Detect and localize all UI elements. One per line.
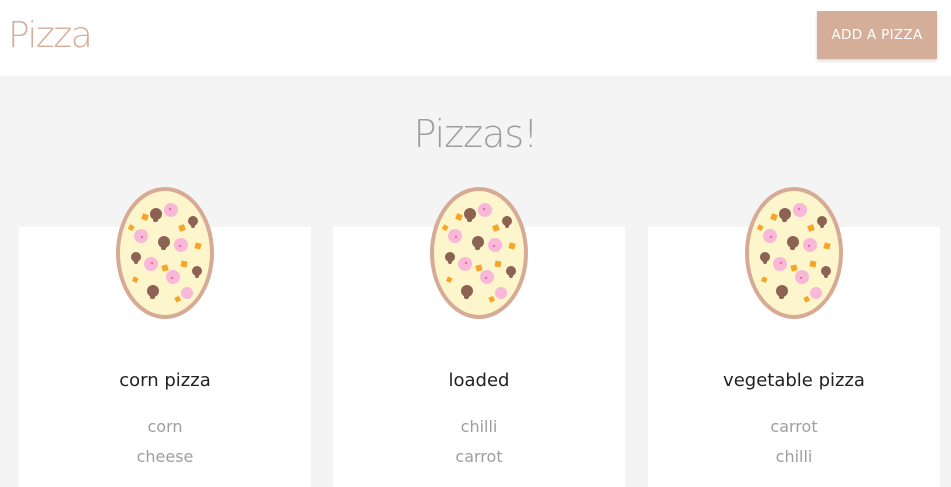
pizza-icon xyxy=(430,187,528,319)
pizza-ingredient: chilli xyxy=(775,447,813,466)
pizza-name: corn pizza xyxy=(119,370,211,391)
pizza-ingredient: carrot xyxy=(770,417,818,436)
pizza-icon xyxy=(116,187,214,319)
pizza-icon xyxy=(745,187,843,319)
brand-logo[interactable]: Pizza xyxy=(8,12,93,60)
pizza-card[interactable]: loaded chilli carrot xyxy=(333,187,625,487)
pizza-ingredient: corn xyxy=(147,417,183,436)
pizza-ingredient: carrot xyxy=(455,447,503,466)
pizza-ingredient: chilli xyxy=(460,417,498,436)
pizza-card[interactable]: vegetable pizza carrot chilli xyxy=(648,187,940,487)
pizza-name: vegetable pizza xyxy=(723,370,865,391)
pizza-ingredient: cheese xyxy=(136,447,194,466)
navbar: Pizza ADD A PIZZA xyxy=(0,0,951,76)
page-title: Pizzas! xyxy=(413,112,539,156)
add-pizza-button[interactable]: ADD A PIZZA xyxy=(817,11,937,59)
pizza-name: loaded xyxy=(448,370,510,391)
pizza-card[interactable]: corn pizza corn cheese xyxy=(19,187,311,487)
